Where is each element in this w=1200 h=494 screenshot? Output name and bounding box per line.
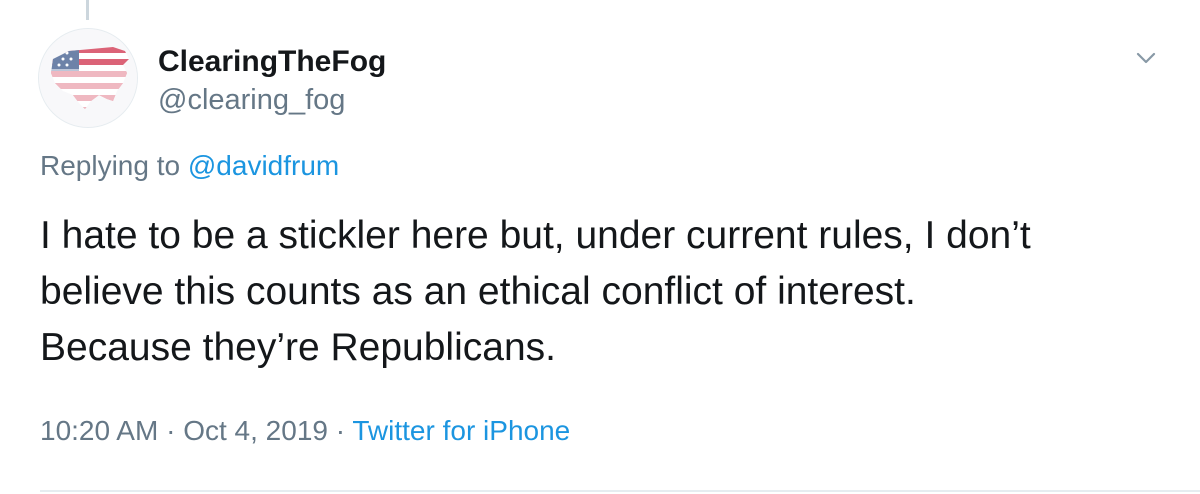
tweet-text: I hate to be a stickler here but, under … [40,208,1170,376]
us-map-flag-icon [39,29,137,127]
tweet-text-line: Because they’re Republicans. [40,326,556,369]
meta-separator: · [166,415,176,446]
tweet-date[interactable]: Oct 4, 2019 [183,415,328,446]
tweet-source-link[interactable]: Twitter for iPhone [352,415,570,446]
display-name[interactable]: ClearingTheFog [158,44,386,80]
chevron-down-icon[interactable] [1134,46,1158,70]
tweet-text-line: I hate to be a stickler here but, under … [40,214,1031,257]
user-handle[interactable]: @clearing_fog [158,82,386,118]
avatar[interactable] [38,28,138,128]
tweet-card: ClearingTheFog @clearing_fog Replying to… [0,0,1200,494]
replying-to-link[interactable]: @davidfrum [188,150,339,181]
tweet-metadata: 10:20 AM · Oct 4, 2019 · Twitter for iPh… [40,413,570,449]
meta-separator: · [335,415,346,446]
tweet-text-line: believe this counts as an ethical confli… [40,270,916,313]
divider [40,490,1200,492]
replying-to-label: Replying to [40,150,181,181]
user-info[interactable]: ClearingTheFog @clearing_fog [158,44,386,118]
thread-connector-line [86,0,89,20]
replying-to: Replying to @davidfrum [40,148,339,184]
tweet-time[interactable]: 10:20 AM [40,415,158,446]
